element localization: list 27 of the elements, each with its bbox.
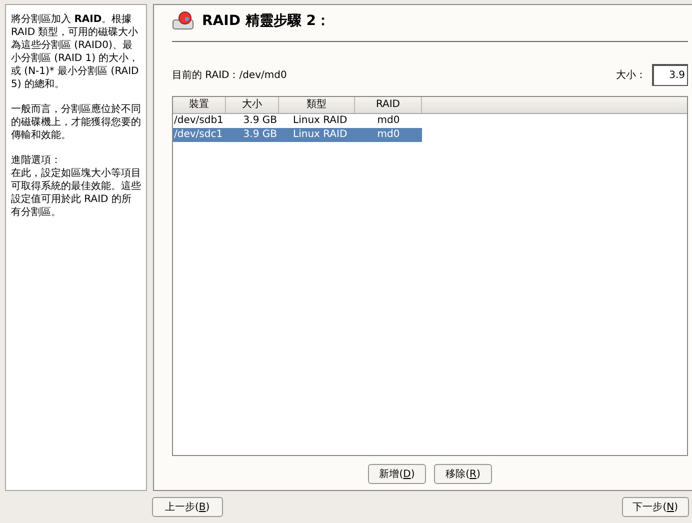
table-cell-text: 3.9 GB xyxy=(242,128,278,142)
size-label: 大小： xyxy=(616,68,646,82)
help-paragraph: 一般而言，分割區應位於不同的磁碟機上，才能獲得您要的傳輸和效能。 xyxy=(11,103,141,142)
column-header[interactable]: 大小 xyxy=(226,97,279,113)
help-heading: 進階選項： xyxy=(11,154,62,167)
action-button[interactable]: 新增(D) xyxy=(368,464,426,484)
table-row[interactable]: /dev/sdb1 3.9 GB Linux RAID md0 xyxy=(173,114,422,128)
table-cell-text: /dev/sdc1 xyxy=(173,128,224,142)
table-cell-text: Linux RAID xyxy=(292,128,348,142)
column-header[interactable]: 類型 xyxy=(279,97,355,113)
help-paragraph: 將分割區加入 RAID。根據 RAID 類型，可用的磁碟大小為這些分割區 (RAID0)、最小分割區 (RAID 1) 的大小，或 (N-1)* 最小分割區 (RAID 5) 的總和。 xyxy=(11,13,140,91)
current-raid-label: 目前的 RAID：/dev/md0 xyxy=(172,68,287,82)
help-paragraph: 在此，設定如區塊大小等項目可取得系統的最佳效能。這些設定值可用於此 RAID 的所有分割區。 xyxy=(11,167,141,219)
table-cell-text: md0 xyxy=(376,114,401,128)
table-cell-text: Linux RAID xyxy=(292,114,348,128)
table-row[interactable]: /dev/sdc1 3.9 GB Linux RAID md0 xyxy=(173,128,422,142)
size-field[interactable]: 3.9 xyxy=(652,64,688,86)
table-cell-text: 3.9 GB xyxy=(242,114,278,128)
wizard-title: RAID 精靈步驟 2： xyxy=(202,12,330,30)
table-cell-text: /dev/sdb1 xyxy=(173,114,224,128)
hard-disk-icon xyxy=(172,11,194,31)
column-header[interactable]: RAID xyxy=(355,97,422,113)
column-header[interactable]: 裝置 xyxy=(173,97,226,113)
table-cell-text: md0 xyxy=(376,128,401,142)
next-button[interactable]: 下一步(N) xyxy=(622,497,689,517)
action-button[interactable]: 移除(R) xyxy=(434,464,492,484)
back-button[interactable]: 上一步(B) xyxy=(152,497,223,517)
